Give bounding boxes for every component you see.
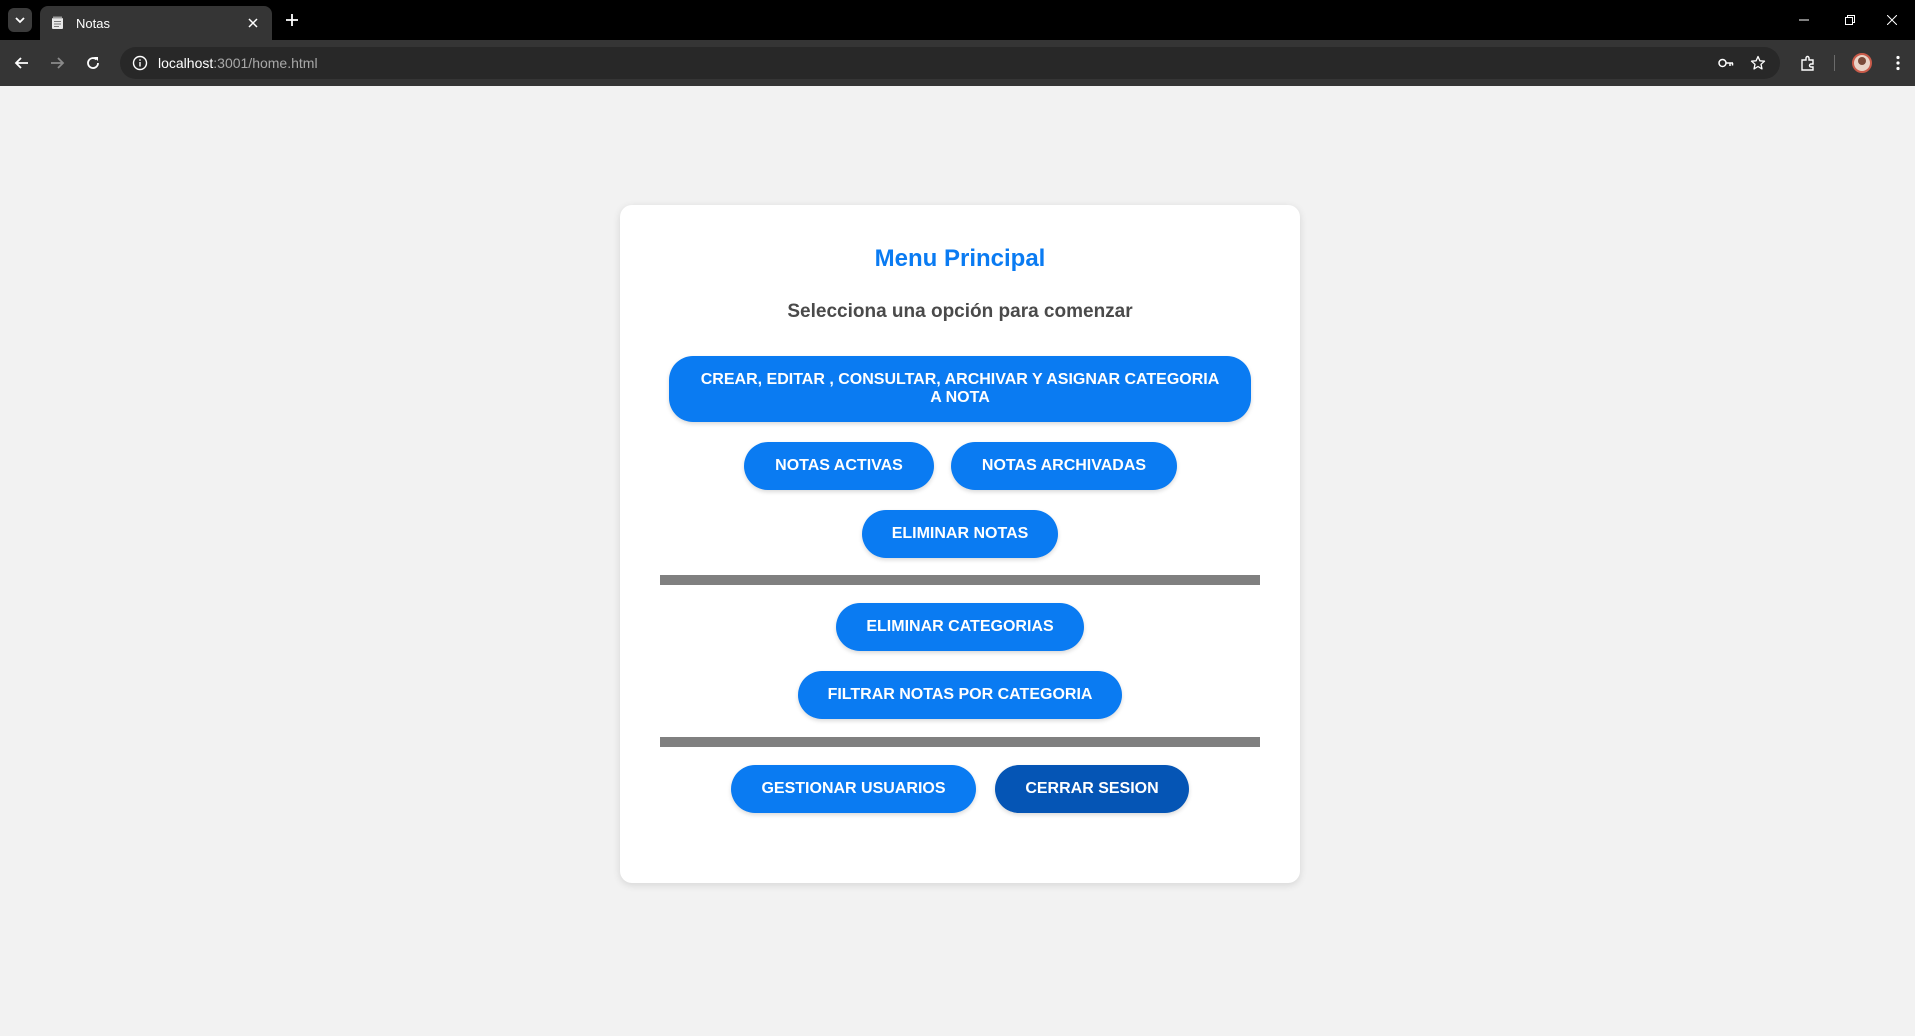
- puzzle-icon: [1801, 55, 1814, 71]
- url-path: :3001/home.html: [213, 55, 318, 71]
- back-button[interactable]: [8, 49, 36, 77]
- tab-list-icon: [15, 17, 25, 24]
- avatar: [1852, 53, 1872, 73]
- key-icon[interactable]: [1712, 47, 1740, 79]
- minimize-icon: [1799, 19, 1809, 21]
- main-menu-card: Menu Principal Selecciona una opción par…: [620, 205, 1300, 883]
- delete-notes-button[interactable]: ELIMINAR NOTAS: [862, 510, 1058, 558]
- page-title: Menu Principal: [874, 245, 1046, 272]
- active-tab[interactable]: Notas: [40, 6, 272, 40]
- extensions-button[interactable]: [1794, 49, 1822, 77]
- star-icon[interactable]: [1744, 47, 1772, 79]
- reload-icon: [87, 57, 99, 69]
- close-icon[interactable]: [244, 14, 262, 32]
- url-text: localhost:3001/home.html: [158, 55, 318, 71]
- active-notes-button[interactable]: NOTAS ACTIVAS: [744, 442, 934, 490]
- forward-button[interactable]: [43, 49, 71, 77]
- plus-icon: [286, 14, 298, 26]
- tab-list-button[interactable]: [8, 8, 32, 32]
- page-viewport: Menu Principal Selecciona una opción par…: [0, 86, 1915, 1036]
- window-close-button[interactable]: [1869, 6, 1915, 34]
- minimize-button[interactable]: [1781, 6, 1827, 34]
- reload-button[interactable]: [79, 49, 107, 77]
- tab-strip: Notas: [0, 0, 1915, 40]
- kebab-menu-icon: [1896, 55, 1900, 71]
- section-divider: [660, 737, 1260, 747]
- toolbar-divider: [1834, 55, 1835, 71]
- new-tab-button[interactable]: [280, 8, 304, 32]
- restore-icon: [1845, 15, 1855, 25]
- url-host: localhost: [158, 55, 214, 71]
- notepad-favicon-icon: [50, 15, 66, 31]
- address-bar[interactable]: localhost:3001/home.html: [120, 47, 1780, 79]
- tab-title: Notas: [76, 15, 110, 31]
- logout-button[interactable]: CERRAR SESION: [995, 765, 1189, 813]
- profile-button[interactable]: [1848, 49, 1876, 77]
- page-subtitle: Selecciona una opción para comenzar: [787, 301, 1133, 322]
- manage-users-button[interactable]: GESTIONAR USUARIOS: [731, 765, 976, 813]
- window-close-icon: [1887, 15, 1897, 25]
- archived-notes-button[interactable]: NOTAS ARCHIVADAS: [951, 442, 1177, 490]
- manage-notes-button[interactable]: CREAR, EDITAR , CONSULTAR, ARCHIVAR Y AS…: [669, 356, 1251, 422]
- section-divider: [660, 575, 1260, 585]
- delete-categories-button[interactable]: ELIMINAR CATEGORIAS: [836, 603, 1084, 651]
- browser-toolbar: localhost:3001/home.html: [0, 40, 1915, 86]
- filter-by-category-button[interactable]: FILTRAR NOTAS POR CATEGORIA: [798, 671, 1122, 719]
- browser-menu-button[interactable]: [1884, 49, 1912, 77]
- back-arrow-icon: [14, 57, 28, 69]
- restore-button[interactable]: [1827, 6, 1873, 34]
- forward-arrow-icon: [51, 57, 65, 69]
- site-info-icon[interactable]: [130, 53, 150, 73]
